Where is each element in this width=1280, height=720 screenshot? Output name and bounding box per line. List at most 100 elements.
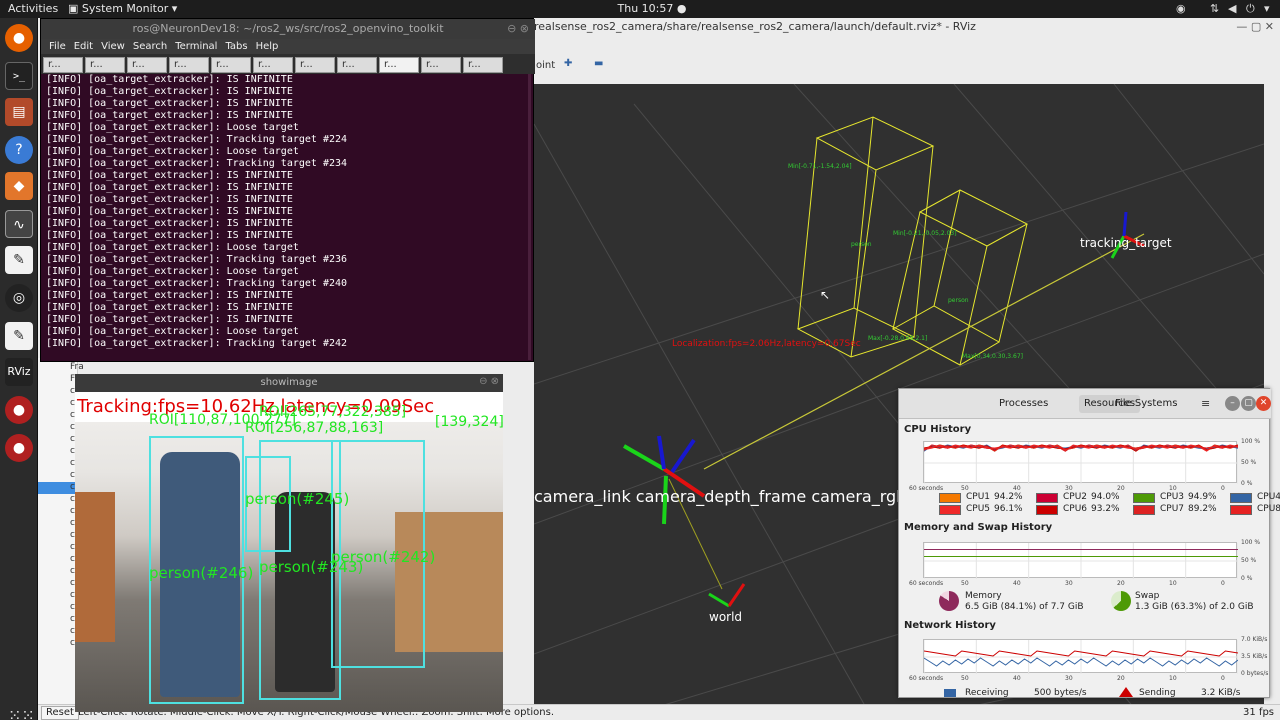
display-tree-row[interactable]: c (38, 626, 78, 638)
cpu-name-6: CPU6 (1063, 504, 1088, 514)
rviz-icon[interactable]: RViz (5, 358, 33, 386)
display-tree-row[interactable]: Fra (38, 374, 84, 386)
display-tree-row[interactable]: c (38, 602, 78, 614)
app-menu-label: System Monitor ▾ (81, 2, 178, 15)
minimize-icon[interactable]: – (1225, 396, 1240, 411)
terminal-menu-help[interactable]: Help (256, 41, 279, 52)
showimage-title: showimage (75, 374, 503, 392)
display-tree-row[interactable]: c (38, 458, 78, 470)
terminal-menu-terminal[interactable]: Terminal (175, 41, 217, 52)
display-tree-row[interactable]: c (38, 566, 78, 578)
cpu-swatch-5 (939, 505, 961, 515)
memory-x-tick: 30 (1065, 580, 1073, 587)
tab-processes[interactable]: Processes (994, 395, 1053, 413)
window-controls[interactable]: — ▢ ✕ (1236, 20, 1274, 33)
app-menu[interactable]: ▣ System Monitor ▾ (68, 2, 177, 15)
display-tree-row[interactable]: c (38, 422, 78, 434)
maximize-icon[interactable]: ▢ (1241, 396, 1256, 411)
text-editor-icon[interactable]: ✎ (5, 246, 33, 274)
memory-graph (923, 542, 1239, 579)
memory-x-tick: 60 seconds (909, 580, 944, 587)
terminal-tab[interactable]: r... (85, 57, 125, 73)
cpu-value-3: 94.9% (1188, 492, 1217, 502)
volume-icon[interactable]: ◀ (1228, 2, 1236, 15)
close-icon[interactable]: ✕ (1256, 396, 1271, 411)
app-icon-2[interactable]: ● (5, 434, 33, 462)
terminal-tab[interactable]: r... (211, 57, 251, 73)
terminal-output[interactable]: [INFO] [oa_target_extracker]: IS INFINIT… (46, 74, 526, 360)
files-icon[interactable]: ▤ (5, 98, 33, 126)
app-icon-1[interactable]: ● (5, 396, 33, 424)
terminal-scrollbar[interactable] (528, 74, 531, 360)
terminal-tab[interactable]: r... (43, 57, 83, 73)
display-tree-row[interactable]: c (38, 614, 78, 626)
terminal-tabbar: r... r... r... r... r... r... r... r... r... r...… (41, 54, 535, 74)
system-monitor-icon[interactable]: ∿ (5, 210, 33, 238)
display-tree-row[interactable]: c (38, 410, 78, 422)
terminal-menu-file[interactable]: File (49, 41, 66, 52)
display-tree-row[interactable]: c (38, 590, 78, 602)
reset-button[interactable]: Reset (41, 706, 79, 720)
display-tree-row[interactable]: c (38, 482, 78, 494)
display-tree-row[interactable]: Fra (38, 362, 84, 374)
box2-max-label: Max[0.34,0.30,3.67] (962, 353, 1023, 360)
power-icon[interactable]: ⏻ (1246, 2, 1255, 16)
terminal-tab[interactable]: r... (379, 57, 419, 73)
steam-icon[interactable]: ◉ (1176, 2, 1186, 15)
terminal-tab[interactable]: r... (169, 57, 209, 73)
cpu-x-tick: 30 (1065, 485, 1073, 492)
editor-icon[interactable]: ✎ (5, 322, 33, 350)
hamburger-menu-icon[interactable]: ≡ (1201, 397, 1210, 410)
system-menu-arrow-icon[interactable]: ▾ (1264, 2, 1270, 15)
terminal-line: [INFO] [oa_target_extracker]: IS INFINIT… (46, 290, 293, 301)
display-tree-row[interactable]: c (38, 434, 78, 446)
display-tree-row[interactable]: c (38, 494, 78, 506)
help-icon[interactable]: ? (5, 136, 33, 164)
rviz-title: realsense_ros2_camera/share/realsense_ro… (534, 20, 976, 33)
terminal-menu-edit[interactable]: Edit (74, 41, 93, 52)
network-icon[interactable]: ⇅ (1210, 2, 1219, 15)
display-tree-row[interactable]: c (38, 554, 78, 566)
monitor-icon: ▣ (68, 2, 82, 15)
focus-camera-icon[interactable]: ✚ (564, 58, 572, 69)
tab-file-systems-label[interactable]: File Systems (1110, 395, 1182, 413)
terminal-menu-search[interactable]: Search (133, 41, 167, 52)
display-tree-row[interactable]: c (38, 470, 78, 482)
show-apps-icon[interactable]: ⁙⁙ (8, 706, 35, 720)
terminal-tab[interactable]: r... (421, 57, 461, 73)
terminal-menu-view[interactable]: View (101, 41, 125, 52)
terminal-tab[interactable]: r... (295, 57, 335, 73)
software-icon[interactable]: ◆ (5, 172, 33, 200)
display-tree-row[interactable]: c (38, 398, 78, 410)
shelf-left (75, 492, 115, 642)
display-tree-row[interactable]: c (38, 518, 78, 530)
display-tree-row[interactable]: c (38, 386, 78, 398)
cpu-y-tick: 0 % (1241, 480, 1253, 487)
display-tree-row[interactable]: c (38, 506, 78, 518)
tracking-target-label: tracking_target (1080, 236, 1172, 250)
terminal-icon[interactable]: >_ (5, 62, 33, 90)
memory-x-tick: 0 (1221, 580, 1225, 587)
terminal-tab[interactable]: r... (253, 57, 293, 73)
terminal-tab[interactable]: r... (337, 57, 377, 73)
terminal-menu-tabs[interactable]: Tabs (225, 41, 247, 52)
terminal-line: [INFO] [oa_target_extracker]: IS INFINIT… (46, 194, 293, 205)
clock[interactable]: Thu 10:57 ● (612, 2, 692, 15)
activities-button[interactable]: Activities (8, 2, 58, 15)
tool-label[interactable]: oint (536, 60, 555, 71)
terminal-tab[interactable]: r... (127, 57, 167, 73)
remove-tool-icon[interactable]: ▬ (594, 58, 603, 69)
cpu-name-5: CPU5 (966, 504, 991, 514)
obs-icon[interactable]: ◎ (5, 284, 33, 312)
box1-min-label: Min[-0.71,-1.54,2.04] (788, 163, 852, 170)
terminal-window-controls[interactable]: ⊖ ⊗ (507, 22, 529, 35)
firefox-icon[interactable]: ● (5, 24, 33, 52)
display-tree-row[interactable]: c (38, 446, 78, 458)
display-tree-row[interactable]: c (38, 578, 78, 590)
top-bar: Activities ▣ System Monitor ▾ Thu 10:57 … (0, 0, 1280, 18)
showimage-window-controls[interactable]: ⊖ ⊗ (479, 376, 499, 387)
terminal-tab[interactable]: r... (463, 57, 503, 73)
display-tree-row[interactable]: c (38, 638, 78, 650)
display-tree-row[interactable]: c (38, 530, 78, 542)
display-tree-row[interactable]: c (38, 542, 78, 554)
